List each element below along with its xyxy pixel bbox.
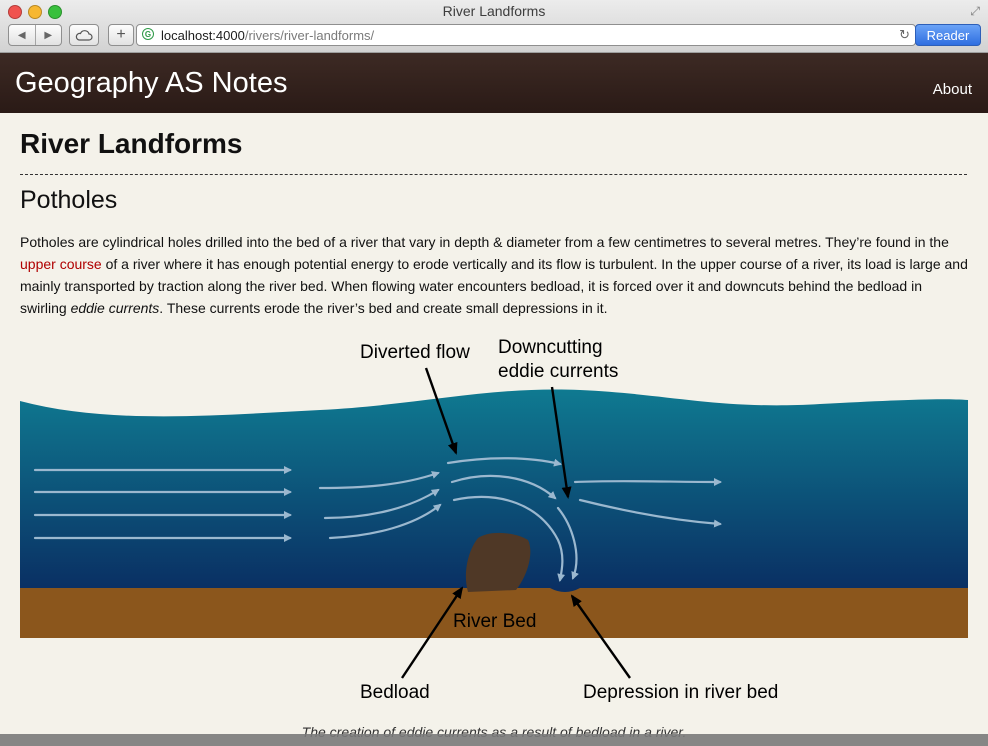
reader-button[interactable]: Reader: [915, 24, 981, 46]
browser-toolbar: River Landforms ⤢ ◀ ▶ + G localhost:4000…: [0, 0, 988, 53]
history-nav: ◀ ▶: [8, 24, 62, 46]
downcutting-label-2: eddie currents: [498, 361, 618, 382]
back-button[interactable]: ◀: [9, 25, 35, 45]
site-title-link[interactable]: Geography AS Notes: [15, 67, 287, 100]
reload-icon[interactable]: ↻: [899, 27, 910, 43]
bedload-boulder: [465, 532, 531, 592]
potholes-paragraph: Potholes are cylindrical holes drilled i…: [20, 231, 968, 319]
forward-button[interactable]: ▶: [34, 25, 62, 45]
section-heading: Potholes: [20, 186, 118, 214]
upper-course-link[interactable]: upper course: [20, 256, 102, 272]
site-favicon-icon: G: [142, 28, 154, 40]
back-arrow-icon: ◀: [17, 29, 26, 41]
fullscreen-icon[interactable]: ⤢: [970, 4, 980, 19]
window-title: River Landforms: [442, 3, 546, 19]
url-host: localhost:4000: [161, 28, 245, 43]
address-bar[interactable]: G localhost:4000/rivers/river-landforms/…: [136, 24, 916, 46]
river-bed-label: River Bed: [453, 611, 536, 632]
paragraph-text-3: . These currents erode the river’s bed a…: [159, 300, 608, 316]
depression-label: Depression in river bed: [583, 682, 778, 703]
cloud-icon: [75, 29, 93, 41]
nav-about-link[interactable]: About: [933, 81, 972, 98]
paragraph-text-1: Potholes are cylindrical holes drilled i…: [20, 234, 949, 250]
bedload-label: Bedload: [360, 682, 430, 703]
forward-arrow-icon: ▶: [44, 29, 53, 41]
plus-icon: +: [116, 26, 126, 43]
new-tab-button[interactable]: +: [108, 24, 134, 46]
url-text[interactable]: localhost:4000/rivers/river-landforms/: [161, 28, 374, 43]
eddie-currents-emphasis: eddie currents: [70, 300, 160, 316]
window-bottom-edge: [0, 734, 988, 746]
icloud-tabs-button[interactable]: [69, 24, 99, 46]
site-header: Geography AS Notes About: [0, 53, 988, 113]
page-title: River Landforms: [20, 128, 243, 159]
downcutting-label-1: Downcutting: [498, 337, 603, 358]
url-path: /rivers/river-landforms/: [244, 28, 375, 43]
title-divider: [20, 174, 967, 175]
pothole-diagram: Diverted flow Downcutting eddie currents…: [20, 330, 968, 705]
diverted-flow-label: Diverted flow: [360, 342, 470, 363]
flow-arrow: [573, 477, 722, 486]
